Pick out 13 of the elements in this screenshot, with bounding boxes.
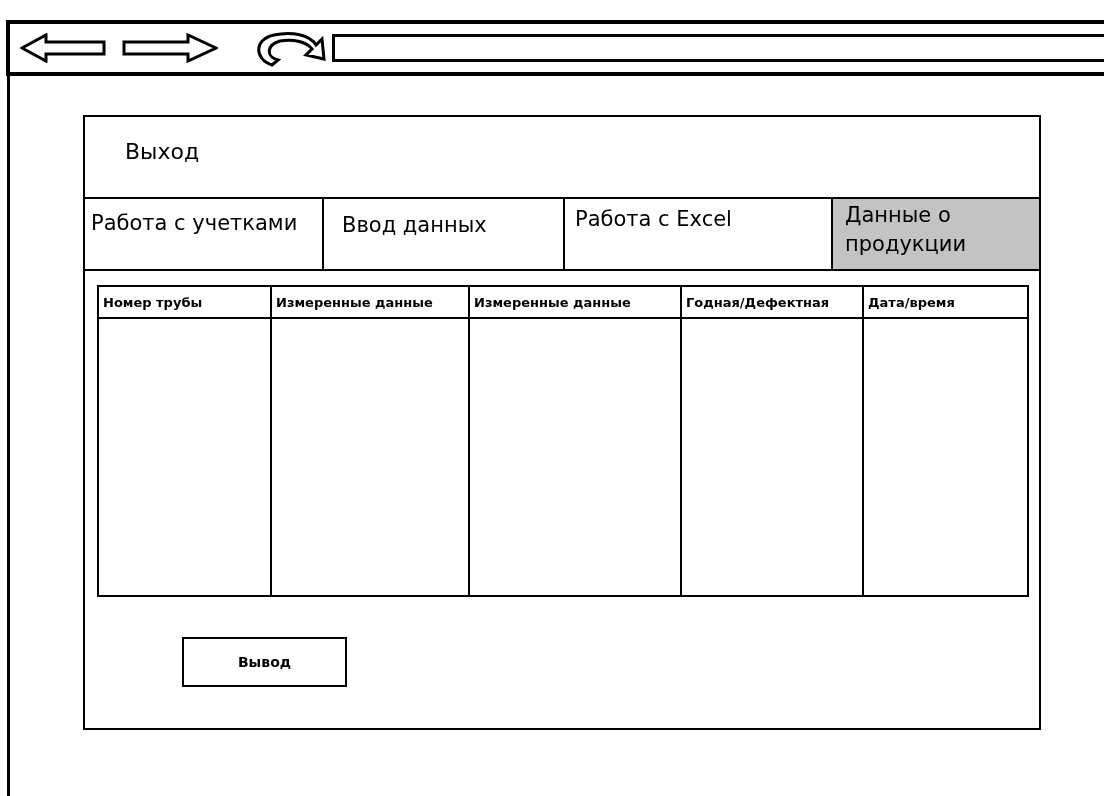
address-bar[interactable] xyxy=(332,34,1104,62)
column-header: Годная/Дефектная xyxy=(682,287,864,319)
output-button[interactable]: Вывод xyxy=(182,637,347,687)
tab[interactable]: Работа с учетками xyxy=(85,199,324,269)
column-header: Дата/время xyxy=(864,287,1027,319)
column-header: Номер трубы xyxy=(99,287,272,319)
forward-arrow-icon[interactable] xyxy=(122,33,218,63)
back-arrow-icon[interactable] xyxy=(20,33,106,63)
column-header: Измеренные данные xyxy=(470,287,682,319)
tab[interactable]: Данные о продукции xyxy=(833,199,1039,269)
column-header: Измеренные данные xyxy=(272,287,470,319)
tab[interactable]: Ввод данных xyxy=(324,199,565,269)
exit-link[interactable]: Выход xyxy=(125,139,200,164)
